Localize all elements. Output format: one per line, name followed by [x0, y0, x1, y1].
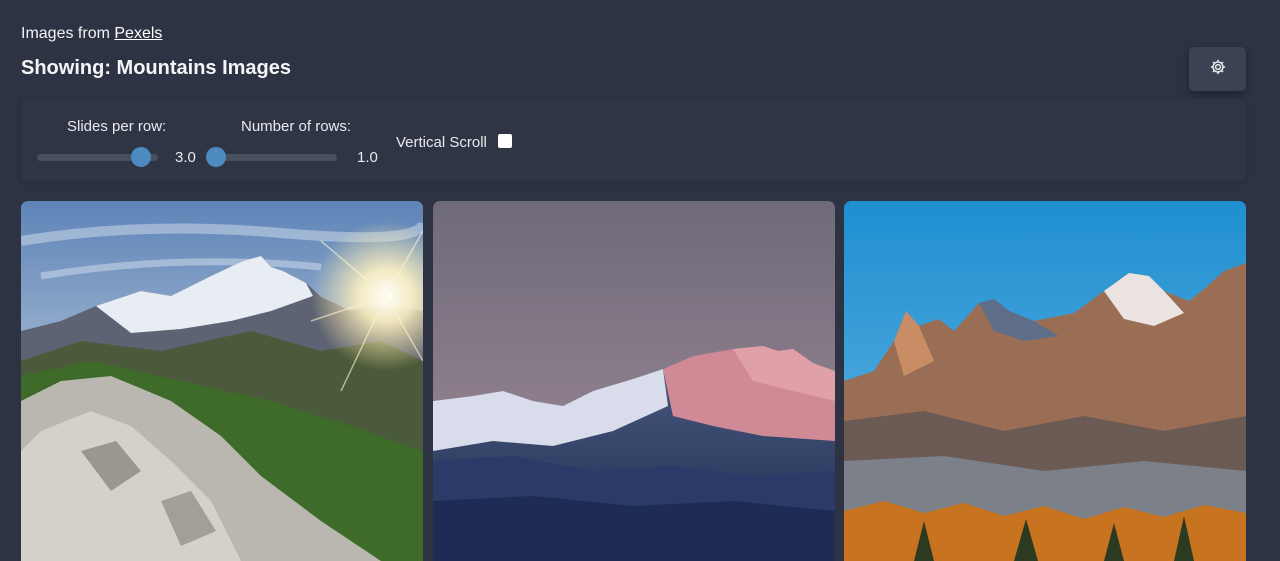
- mountain-image-2[interactable]: [433, 201, 835, 561]
- slides-per-row-label: Slides per row:: [67, 118, 167, 135]
- number-of-rows-slider[interactable]: [206, 147, 337, 167]
- pexels-link[interactable]: Pexels: [114, 25, 162, 42]
- vertical-scroll-checkbox[interactable]: [498, 134, 512, 148]
- slides-per-row-thumb[interactable]: [131, 147, 152, 167]
- mountain-image-1[interactable]: [21, 201, 423, 561]
- credit-prefix: Images from: [21, 25, 110, 42]
- settings-button[interactable]: [1189, 47, 1246, 91]
- image-credit: Images from Pexels: [21, 25, 162, 43]
- number-of-rows-label: Number of rows:: [241, 118, 352, 135]
- vertical-scroll-label: Vertical Scroll: [396, 134, 487, 151]
- carousel-controls: Slides per row: 3.0 Number of rows: 1.0 …: [21, 99, 1246, 181]
- gear-icon: [1209, 58, 1227, 81]
- number-of-rows-thumb[interactable]: [206, 147, 226, 167]
- slides-per-row-slider[interactable]: [37, 147, 158, 167]
- number-of-rows-value: 1.0: [357, 149, 378, 166]
- slides-per-row-value: 3.0: [175, 149, 196, 166]
- mountain-image-3[interactable]: [844, 201, 1246, 561]
- page-title: Showing: Mountains Images: [21, 57, 292, 79]
